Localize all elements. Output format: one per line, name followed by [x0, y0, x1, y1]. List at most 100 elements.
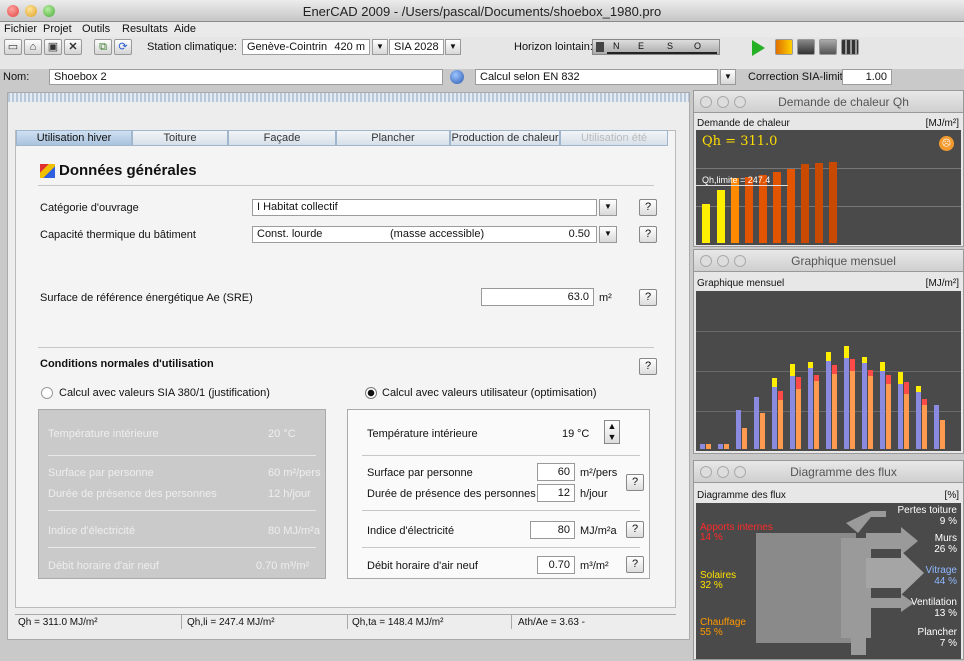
- divider: [48, 510, 316, 511]
- flux-in-internal: Apports internes 14 %: [700, 523, 773, 543]
- category-select[interactable]: I Habitat collectif: [252, 199, 597, 216]
- gridline: [696, 331, 961, 332]
- demand-bar: [745, 177, 753, 243]
- flux-title: Diagramme des flux: [790, 465, 897, 479]
- user-air-label: Débit horaire d'air neuf: [367, 560, 478, 572]
- conditions-help-button[interactable]: ?: [639, 358, 657, 375]
- tab-toiture[interactable]: Toiture: [132, 130, 228, 146]
- capacity-select[interactable]: Const. lourde (masse accessible) 0.50: [252, 226, 597, 243]
- monthly-bar-top: [844, 346, 849, 358]
- flux-out-walls-name: Murs: [934, 533, 957, 544]
- station-select[interactable]: Genève-Cointrin 420 m: [242, 39, 370, 55]
- demand-bar: [773, 172, 781, 243]
- panel-grip: [8, 93, 689, 102]
- demand-title: Demande de chaleur Qh: [778, 95, 909, 109]
- monthly-bar-top: [826, 351, 831, 361]
- tab-facade[interactable]: Façade: [228, 130, 336, 146]
- face-icon: ☹: [939, 136, 954, 151]
- demand-limit-text: Qh,limite = 247.4: [702, 175, 771, 185]
- user-presence-field[interactable]: 12: [537, 484, 575, 502]
- monthly-bar: [916, 391, 921, 449]
- station-dropdown-icon[interactable]: ▼: [372, 39, 388, 55]
- user-temp-unit: °C: [577, 428, 590, 440]
- menu-projet[interactable]: Projet: [43, 23, 72, 35]
- status-ath: Ath/Ae = 3.63 -: [518, 617, 585, 628]
- sia-surface-value: 60 m²/pers: [268, 467, 321, 479]
- category-help-button[interactable]: ?: [639, 199, 657, 216]
- norm-dropdown-icon[interactable]: ▼: [445, 39, 461, 55]
- calc-dropdown-icon[interactable]: ▼: [720, 69, 736, 85]
- menu-aide[interactable]: Aide: [174, 23, 196, 35]
- grid-icon[interactable]: [841, 39, 859, 55]
- chart-bars-icon[interactable]: [775, 39, 793, 55]
- bar-graph-icon[interactable]: [797, 39, 815, 55]
- flux-out-roof-value: 9 %: [939, 516, 957, 527]
- close-icon[interactable]: ✕: [64, 39, 82, 55]
- monthly-bar: [706, 443, 711, 449]
- temp-stepper[interactable]: ▲ ▼: [604, 420, 620, 444]
- air-help-button[interactable]: ?: [626, 556, 644, 573]
- user-elec-field[interactable]: 80: [530, 521, 575, 539]
- station-label: Station climatique:: [147, 41, 237, 53]
- menu-resultats[interactable]: Resultats: [122, 23, 168, 35]
- flux-out-floor-value: 7 %: [939, 638, 957, 649]
- title-bar: EnerCAD 2009 - /Users/pascal/Documents/s…: [0, 0, 964, 22]
- tab-production-chaleur[interactable]: Production de chaleur: [450, 130, 560, 146]
- tab-plancher[interactable]: Plancher: [336, 130, 450, 146]
- sre-label: Surface de référence énergétique Ae (SRE…: [40, 292, 253, 304]
- radio-user[interactable]: [365, 387, 377, 399]
- capacity-help-button[interactable]: ?: [639, 226, 657, 243]
- sre-field[interactable]: 63.0: [481, 288, 594, 306]
- user-air-field[interactable]: 0.70: [537, 556, 575, 574]
- presence-help-button[interactable]: ?: [626, 474, 644, 491]
- correction-field[interactable]: 1.00: [842, 69, 892, 85]
- monthly-bar: [772, 386, 777, 449]
- play-icon[interactable]: [752, 40, 765, 56]
- monthly-bar: [934, 404, 939, 449]
- user-surface-field[interactable]: 60: [537, 463, 575, 481]
- category-dropdown-icon[interactable]: ▼: [599, 199, 617, 216]
- image-icon[interactable]: [819, 39, 837, 55]
- chevron-down-icon[interactable]: ▼: [608, 432, 617, 442]
- sia-presence-label: Durée de présence des personnes: [48, 488, 217, 500]
- menu-outils[interactable]: Outils: [82, 23, 110, 35]
- elec-help-button[interactable]: ?: [626, 521, 644, 538]
- monthly-bar: [724, 443, 729, 449]
- monthly-subtitle: Graphique mensuel: [697, 278, 785, 289]
- status-bar: Qh = 311.0 MJ/m² Qh,li = 247.4 MJ/m² Qh,…: [15, 614, 676, 630]
- refresh-icon[interactable]: ⟳: [114, 39, 132, 55]
- flux-out-windows: Vitrage 44 %: [925, 565, 957, 587]
- book-icon[interactable]: ⧉: [94, 39, 112, 55]
- name-label: Nom:: [3, 71, 30, 83]
- demand-bar: [702, 204, 710, 243]
- monthly-bar: [790, 376, 795, 449]
- calc-select[interactable]: Calcul selon EN 832: [475, 69, 718, 85]
- horizon-widget[interactable]: N E S O: [592, 39, 720, 55]
- menu-fichier[interactable]: Fichier: [4, 23, 37, 35]
- demand-titlebar: Demande de chaleur Qh: [694, 91, 963, 113]
- horizon-o: O: [694, 41, 702, 51]
- info-globe-icon[interactable]: [450, 70, 464, 84]
- norm-value: SIA 2028: [394, 41, 439, 53]
- flux-window: Diagramme des flux Diagramme des flux [%…: [693, 460, 964, 660]
- horizon-e: E: [638, 41, 645, 51]
- save-icon[interactable]: ▣: [44, 39, 62, 55]
- norm-select[interactable]: SIA 2028: [389, 39, 444, 55]
- flux-in-solar-value: 32 %: [700, 580, 723, 591]
- tab-utilisation-hiver[interactable]: Utilisation hiver: [16, 130, 132, 146]
- user-air-unit: m³/m²: [580, 560, 609, 572]
- divider: [48, 547, 316, 548]
- chevron-up-icon[interactable]: ▲: [608, 421, 617, 431]
- radio-sia[interactable]: [41, 387, 53, 399]
- station-value: Genève-Cointrin: [247, 41, 328, 53]
- new-file-icon[interactable]: ▭: [4, 39, 22, 55]
- capacity-dropdown-icon[interactable]: ▼: [599, 226, 617, 243]
- sia-temp-value: 20 °C: [268, 428, 296, 440]
- user-temp-value[interactable]: 19: [562, 428, 574, 440]
- demand-bar: [717, 190, 725, 243]
- radio-sia-label[interactable]: Calcul avec valeurs SIA 380/1 (justifica…: [59, 387, 270, 399]
- radio-user-label[interactable]: Calcul avec valeurs utilisateur (optimis…: [382, 387, 597, 399]
- sre-help-button[interactable]: ?: [639, 289, 657, 306]
- open-folder-icon[interactable]: ⌂: [24, 39, 42, 55]
- name-field[interactable]: Shoebox 2: [49, 69, 443, 85]
